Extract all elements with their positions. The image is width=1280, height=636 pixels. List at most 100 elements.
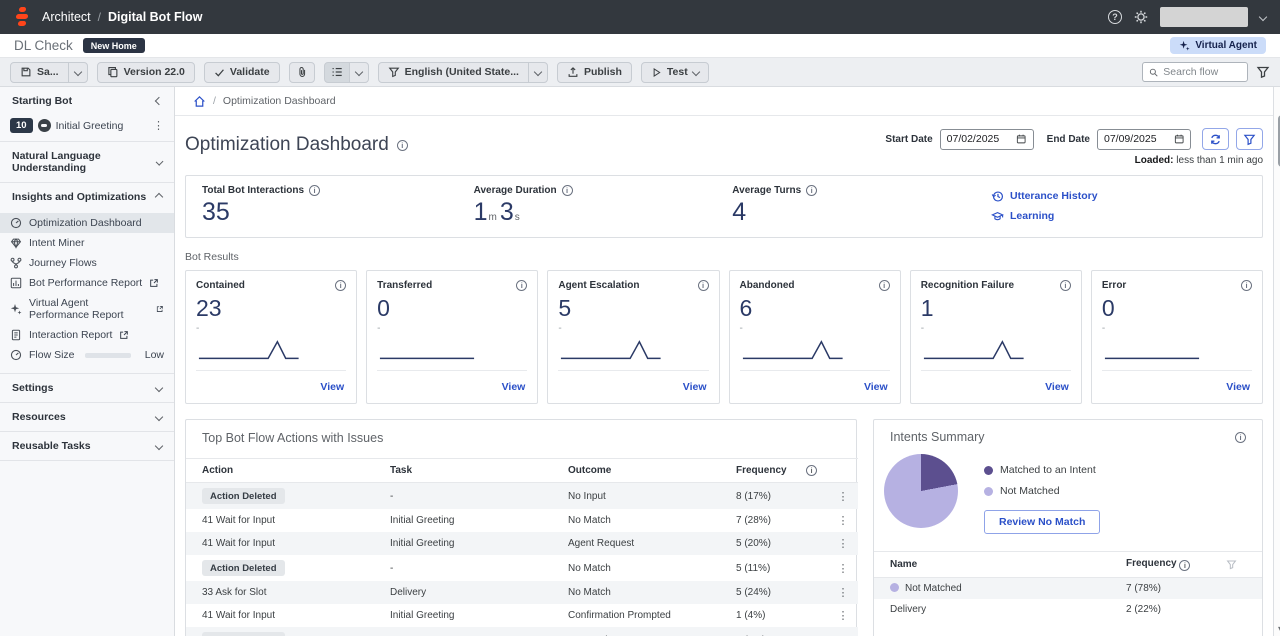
view-link[interactable]: View xyxy=(864,381,888,393)
info-icon[interactable] xyxy=(309,185,320,196)
save-menu-button[interactable] xyxy=(68,62,88,83)
language-filter-icon xyxy=(388,66,400,78)
legend-not-matched: Not Matched xyxy=(984,485,1100,497)
help-icon[interactable] xyxy=(1108,10,1122,24)
check-icon xyxy=(214,67,225,78)
validate-button[interactable]: Validate xyxy=(204,62,280,83)
sidebar-item-bot-performance-report[interactable]: Bot Performance Report xyxy=(0,273,174,293)
info-icon[interactable] xyxy=(806,465,817,476)
chevron-down-icon[interactable] xyxy=(155,384,163,392)
info-icon[interactable] xyxy=(698,280,709,291)
sparkline-chart xyxy=(377,339,501,363)
sidebar-item-flow-size[interactable]: Flow Size Low xyxy=(0,345,174,365)
gauge-icon xyxy=(10,349,22,361)
test-button[interactable]: Test xyxy=(641,62,709,83)
info-icon[interactable] xyxy=(335,280,346,291)
table-row[interactable]: 41 Wait for Input Initial Greeting Confi… xyxy=(186,604,858,627)
sidebar-section-resources[interactable]: Resources xyxy=(0,403,174,431)
info-icon[interactable] xyxy=(1241,280,1252,291)
sidebar-item-initial-greeting[interactable]: 10 Initial Greeting xyxy=(0,115,174,141)
col-name[interactable]: Name xyxy=(874,552,1122,578)
sparkline-chart xyxy=(196,339,320,363)
info-icon[interactable] xyxy=(1179,560,1190,571)
task-list-button[interactable] xyxy=(324,62,350,83)
start-date-input[interactable] xyxy=(947,133,1017,145)
dashboard-filter-button[interactable] xyxy=(1236,128,1263,150)
sidebar-item-virtual-agent-performance-report[interactable]: Virtual Agent Performance Report xyxy=(0,293,174,325)
row-menu-icon[interactable] xyxy=(838,563,849,575)
table-row[interactable]: Action Deleted - No Input 8 (17%) xyxy=(186,483,858,510)
col-frequency[interactable]: Frequency xyxy=(1122,552,1222,578)
table-row[interactable]: 41 Wait for Input Initial Greeting No Ma… xyxy=(186,509,858,532)
sidebar-item-intent-miner[interactable]: Intent Miner xyxy=(0,233,174,253)
chevron-down-icon[interactable] xyxy=(155,442,163,450)
language-menu-button[interactable] xyxy=(528,62,548,83)
chevron-down-icon[interactable] xyxy=(1259,13,1267,21)
row-menu-icon[interactable] xyxy=(838,610,849,622)
collapse-icon[interactable] xyxy=(155,97,163,105)
col-task[interactable]: Task xyxy=(386,459,564,483)
virtual-agent-button[interactable]: Virtual Agent xyxy=(1170,37,1266,54)
view-link[interactable]: View xyxy=(502,381,526,393)
table-row[interactable]: Delivery 2 (22%) xyxy=(874,599,1262,620)
paperclip-icon xyxy=(296,66,308,78)
sidebar-section-insights[interactable]: Insights and Optimizations xyxy=(0,183,174,211)
view-link[interactable]: View xyxy=(1226,381,1250,393)
col-outcome[interactable]: Outcome xyxy=(564,459,732,483)
view-link[interactable]: View xyxy=(320,381,344,393)
table-row[interactable]: Not Matched 7 (78%) xyxy=(874,578,1262,600)
sidebar-section-starting-bot[interactable]: Starting Bot xyxy=(0,87,174,115)
table-row[interactable]: Action Deleted - No Match 1 (2%) xyxy=(186,627,858,636)
sidebar-item-optimization-dashboard[interactable]: Optimization Dashboard xyxy=(0,213,174,233)
sidebar-section-settings[interactable]: Settings xyxy=(0,374,174,402)
table-filter-icon[interactable] xyxy=(1226,559,1237,570)
calendar-icon[interactable] xyxy=(1174,133,1184,145)
card-title: Error xyxy=(1102,280,1126,291)
info-icon[interactable] xyxy=(879,280,890,291)
calendar-icon[interactable] xyxy=(1016,133,1026,145)
table-row[interactable]: 41 Wait for Input Initial Greeting Agent… xyxy=(186,532,858,555)
search-filter-icon[interactable] xyxy=(1256,65,1270,79)
language-button[interactable]: English (United State... xyxy=(378,62,529,83)
info-icon[interactable] xyxy=(397,140,408,151)
utterance-history-link[interactable]: Utterance History xyxy=(991,190,1246,203)
sidebar-section-reusable-tasks[interactable]: Reusable Tasks xyxy=(0,432,174,460)
task-list-menu-button[interactable] xyxy=(349,62,369,83)
info-icon[interactable] xyxy=(516,280,527,291)
table-row[interactable]: Action Deleted - No Match 5 (11%) xyxy=(186,555,858,581)
sidebar-item-interaction-report[interactable]: Interaction Report xyxy=(0,325,174,345)
sidebar-section-nlu[interactable]: Natural Language Understanding xyxy=(0,142,174,182)
dependencies-button[interactable] xyxy=(289,62,315,83)
col-action[interactable]: Action xyxy=(186,459,386,483)
user-menu[interactable] xyxy=(1160,7,1248,27)
gear-icon[interactable] xyxy=(1134,10,1148,24)
col-frequency[interactable]: Frequency xyxy=(732,459,802,483)
version-button[interactable]: Version 22.0 xyxy=(97,62,195,83)
row-menu-icon[interactable] xyxy=(838,587,849,599)
save-button[interactable]: Sa... xyxy=(10,62,69,83)
home-icon[interactable] xyxy=(193,95,206,108)
chevron-up-icon[interactable] xyxy=(155,193,163,201)
kebab-menu-icon[interactable] xyxy=(153,119,164,132)
review-no-match-button[interactable]: Review No Match xyxy=(984,510,1100,534)
search-flow-input[interactable] xyxy=(1163,66,1241,78)
publish-button[interactable]: Publish xyxy=(557,62,632,83)
info-icon[interactable] xyxy=(1060,280,1071,291)
row-menu-icon[interactable] xyxy=(838,538,849,550)
view-link[interactable]: View xyxy=(683,381,707,393)
view-link[interactable]: View xyxy=(1045,381,1069,393)
learning-link[interactable]: Learning xyxy=(991,210,1246,223)
row-menu-icon[interactable] xyxy=(838,515,849,527)
row-menu-icon[interactable] xyxy=(838,491,849,503)
end-date-input[interactable] xyxy=(1104,133,1174,145)
refresh-button[interactable] xyxy=(1202,128,1229,150)
info-icon[interactable] xyxy=(1235,432,1246,443)
table-row[interactable]: 33 Ask for Slot Delivery No Match 5 (24%… xyxy=(186,581,858,604)
info-icon[interactable] xyxy=(806,185,817,196)
sidebar-item-journey-flows[interactable]: Journey Flows xyxy=(0,253,174,273)
intents-panel-title: Intents Summary xyxy=(890,430,984,444)
branch-icon xyxy=(10,257,22,269)
vertical-scrollbar[interactable] xyxy=(1273,87,1280,636)
info-icon[interactable] xyxy=(562,185,573,196)
chevron-down-icon[interactable] xyxy=(155,413,163,421)
